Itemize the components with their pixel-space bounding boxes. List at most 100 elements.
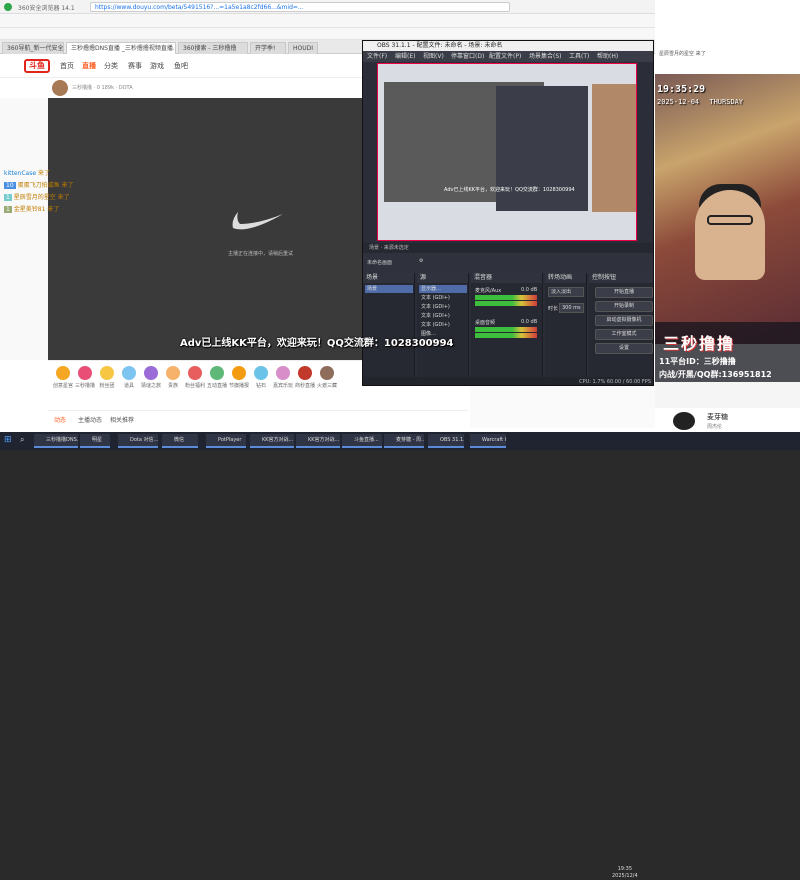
announcement-banner: Adv已上线KK平台，欢迎来玩！QQ交流群：1028300994: [180, 338, 454, 349]
gift-label: 钻石: [255, 383, 266, 389]
gift-label: 贵族: [167, 383, 178, 389]
obs-menu-docks[interactable]: 停靠窗口(D): [451, 51, 484, 62]
nav-home[interactable]: 首页: [60, 61, 74, 71]
transitions-dock: 转场动画 淡入淡出 时长 300 ms: [545, 273, 587, 385]
album-cover[interactable]: [673, 412, 695, 430]
tab-item[interactable]: 360导航_新一代安全上网导航: [2, 42, 64, 54]
source-item[interactable]: 文本 (GDI+): [419, 321, 467, 329]
douyu-watermark-icon: [232, 212, 283, 230]
gift-icon[interactable]: [210, 366, 224, 380]
taskbar-app[interactable]: KK官方对战...: [250, 434, 294, 448]
obs-preview-canvas[interactable]: Adv已上线KK平台，欢迎来玩！QQ交流群：1028300994: [377, 63, 637, 241]
obs-menu-help[interactable]: 帮助(H): [597, 51, 618, 62]
mixer-meter: [475, 327, 537, 332]
bottom-tabs: 动态 主播动态 相关推荐: [48, 410, 468, 426]
overlay-date-value: 2025-12-04: [657, 98, 700, 106]
streamer-name: 三秒撸撸: [663, 334, 736, 353]
nav-fishbar[interactable]: 鱼吧: [174, 61, 188, 71]
gift-icon[interactable]: [166, 366, 180, 380]
obs-toolbar: 未命名画面 ⚙: [363, 253, 653, 273]
source-item[interactable]: 文本 (GDI+): [419, 303, 467, 311]
duration-input[interactable]: 300 ms: [559, 303, 584, 313]
transition-select[interactable]: 淡入淡出: [548, 287, 584, 297]
transitions-dock-title: 转场动画: [545, 273, 586, 283]
nav-events[interactable]: 赛事: [128, 61, 142, 71]
browser-logo-icon: [4, 3, 12, 11]
nav-category[interactable]: 分类: [104, 61, 118, 71]
danmaku-user[interactable]: kittenCase: [4, 170, 36, 177]
mixer-meter: [475, 333, 537, 338]
taskbar-app[interactable]: 斗鱼直播...: [342, 434, 382, 448]
song-artist: 周杰伦: [707, 424, 723, 430]
gift-icon[interactable]: [100, 366, 114, 380]
nav-live[interactable]: 直播: [82, 61, 96, 71]
chat-side: [0, 98, 48, 360]
gift-icon[interactable]: [122, 366, 136, 380]
windows-start-icon[interactable]: ⊞: [4, 435, 14, 445]
taskbar: ⊞ ⌕ 三秒撸撸DNS... 明星 Dota 对信... 微信 PotPlaye…: [0, 432, 800, 879]
mixer-channel-db: 0.0 dB: [521, 287, 538, 293]
gear-icon[interactable]: ⚙: [419, 258, 423, 264]
danmaku-text: 来了: [37, 170, 50, 177]
tab-item[interactable]: 开学季!: [250, 42, 286, 54]
overlay-clock: 19:35:29: [657, 84, 706, 95]
source-item[interactable]: 文本 (GDI+): [419, 294, 467, 302]
nested-banner: Adv已上线KK平台，欢迎来玩！QQ交流群：1028300994: [444, 187, 575, 193]
taskbar-app[interactable]: PotPlayer: [206, 434, 246, 448]
obs-menu-scenecollection[interactable]: 场景集合(S): [529, 51, 562, 62]
gift-label: 粉丝团: [99, 383, 115, 389]
gift-label: 三秒撸撸: [74, 383, 95, 389]
taskbar-app[interactable]: 麦芽糖 - 周...: [384, 434, 424, 448]
channel-meta: 三秒撸撸 · 0 189k · DOTA: [72, 85, 133, 91]
taskbar-app[interactable]: 明星: [80, 434, 110, 448]
sources-dock-title: 源: [417, 273, 468, 283]
tab-item[interactable]: 360搜索 - 三秒撸撸: [178, 42, 248, 54]
gift-icon[interactable]: [276, 366, 290, 380]
taskbar-app[interactable]: 三秒撸撸DNS...: [34, 434, 78, 448]
gift-icon[interactable]: [56, 366, 70, 380]
loading-text: 主播正在连接中，请稍后重试: [228, 251, 294, 257]
tab-dynamics[interactable]: 动态: [54, 415, 66, 424]
address-bar[interactable]: https://www.douyu.com/beta/5491516?...=1…: [90, 2, 510, 12]
scene-item[interactable]: 场景: [365, 285, 413, 293]
gift-icon[interactable]: [144, 366, 158, 380]
gift-label: 猜谜之旅: [140, 383, 161, 389]
obs-menu-profile[interactable]: 配置文件(P): [489, 51, 521, 62]
start-recording-button[interactable]: 开始录制: [595, 301, 653, 312]
virtual-camera-button[interactable]: 启动虚拟摄像机: [595, 315, 653, 326]
gift-icon[interactable]: [298, 366, 312, 380]
obs-menu-file[interactable]: 文件(F): [367, 51, 387, 62]
douyu-logo[interactable]: 斗鱼: [24, 59, 50, 73]
taskbar-app[interactable]: Warcraft III: [470, 434, 506, 448]
taskbar-app[interactable]: OBS 31.1.1...: [428, 434, 464, 448]
start-streaming-button[interactable]: 开始直播: [595, 287, 653, 298]
search-icon[interactable]: ⌕: [20, 435, 24, 445]
danmaku-level-badge: 10: [4, 182, 16, 189]
tab-related[interactable]: 相关推荐: [110, 415, 134, 424]
obs-menu-edit[interactable]: 编辑(E): [395, 51, 415, 62]
danmaku-line: 10 蛋蛋飞刀拍咸鱼 来了: [4, 180, 73, 189]
gift-icon[interactable]: [232, 366, 246, 380]
tray-clock[interactable]: 19:35 2025/12/4: [612, 866, 638, 880]
gift-icon[interactable]: [78, 366, 92, 380]
tab-streamer-dynamics[interactable]: 主播动态: [78, 415, 102, 424]
obs-menu-tools[interactable]: 工具(T): [569, 51, 589, 62]
scenes-dock-title: 场景: [363, 273, 414, 283]
tab-item-active[interactable]: 三秒撸撸DNS直播 _三秒撸撸视频直播...: [66, 42, 176, 54]
taskbar-app[interactable]: Dota 对信...: [118, 434, 158, 448]
source-item[interactable]: 文本 (GDI+): [419, 312, 467, 320]
taskbar-app[interactable]: KK官方对战...: [296, 434, 340, 448]
mixer-channel-name: 桌面音频: [475, 320, 496, 326]
gift-icon[interactable]: [254, 366, 268, 380]
taskbar-app[interactable]: 微信: [162, 434, 198, 448]
tab-item[interactable]: HOUDI: [288, 42, 318, 54]
streamer-avatar[interactable]: [52, 80, 68, 96]
source-item[interactable]: 显示器…: [419, 285, 467, 293]
nav-games[interactable]: 游戏: [150, 61, 164, 71]
gift-icon[interactable]: [188, 366, 202, 380]
sources-dock: 源 显示器… 文本 (GDI+) 文本 (GDI+) 文本 (GDI+) 文本 …: [417, 273, 469, 385]
studio-mode-button[interactable]: 工作室模式: [595, 329, 653, 340]
gift-icon[interactable]: [320, 366, 334, 380]
settings-button[interactable]: 设置: [595, 343, 653, 354]
obs-menu-view[interactable]: 视图(V): [423, 51, 444, 62]
